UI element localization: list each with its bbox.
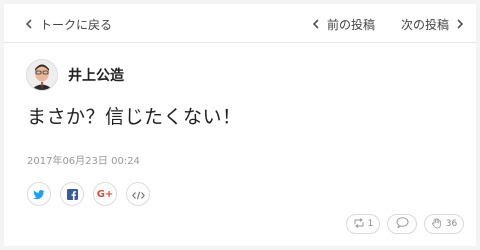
share-facebook-button[interactable] [60, 182, 84, 206]
retalk-button[interactable]: 1 [346, 214, 380, 234]
back-to-talk-link[interactable]: トークに戻る [24, 16, 112, 33]
retalk-count: 1 [367, 219, 374, 229]
previous-post-label: 前の投稿 [327, 18, 376, 32]
back-to-talk-label: トークに戻る [40, 18, 113, 32]
share-twitter-button[interactable] [27, 182, 51, 206]
previous-post-link[interactable]: 前の投稿 [311, 16, 375, 33]
embed-code-icon [131, 185, 145, 204]
avatar[interactable] [26, 59, 58, 91]
next-post-label: 次の投稿 [401, 18, 450, 32]
author-name[interactable]: 井上公造 [68, 65, 124, 85]
twitter-icon [33, 185, 45, 204]
facebook-icon [66, 185, 78, 204]
retalk-icon [353, 217, 365, 231]
post-author[interactable]: 井上公造 [26, 59, 124, 91]
chevron-left-icon [24, 18, 34, 32]
next-post-link[interactable]: 次の投稿 [401, 16, 465, 33]
reply-button[interactable] [387, 214, 417, 234]
post-actions: 1 36 [346, 214, 464, 234]
post-body: まさか？信じたくない！ [27, 106, 242, 128]
share-google-plus-button[interactable]: G+ [93, 182, 117, 206]
chevron-right-icon [455, 18, 465, 32]
clap-hand-icon [431, 217, 443, 232]
embed-code-button[interactable] [126, 182, 150, 206]
share-buttons: G+ [27, 182, 159, 206]
like-button[interactable]: 36 [424, 214, 464, 234]
google-plus-icon: G+ [96, 188, 114, 200]
top-navigation: トークに戻る 前の投稿 次の投稿 [4, 4, 476, 43]
reply-bubble-icon [396, 217, 409, 231]
post-card: トークに戻る 前の投稿 次の投稿 井上公造 まさか？信じたくない！ 2017年0… [4, 4, 476, 246]
like-count: 36 [445, 219, 458, 229]
chevron-left-icon [311, 18, 321, 32]
post-timestamp: 2017年06月23日 00:24 [27, 156, 140, 167]
